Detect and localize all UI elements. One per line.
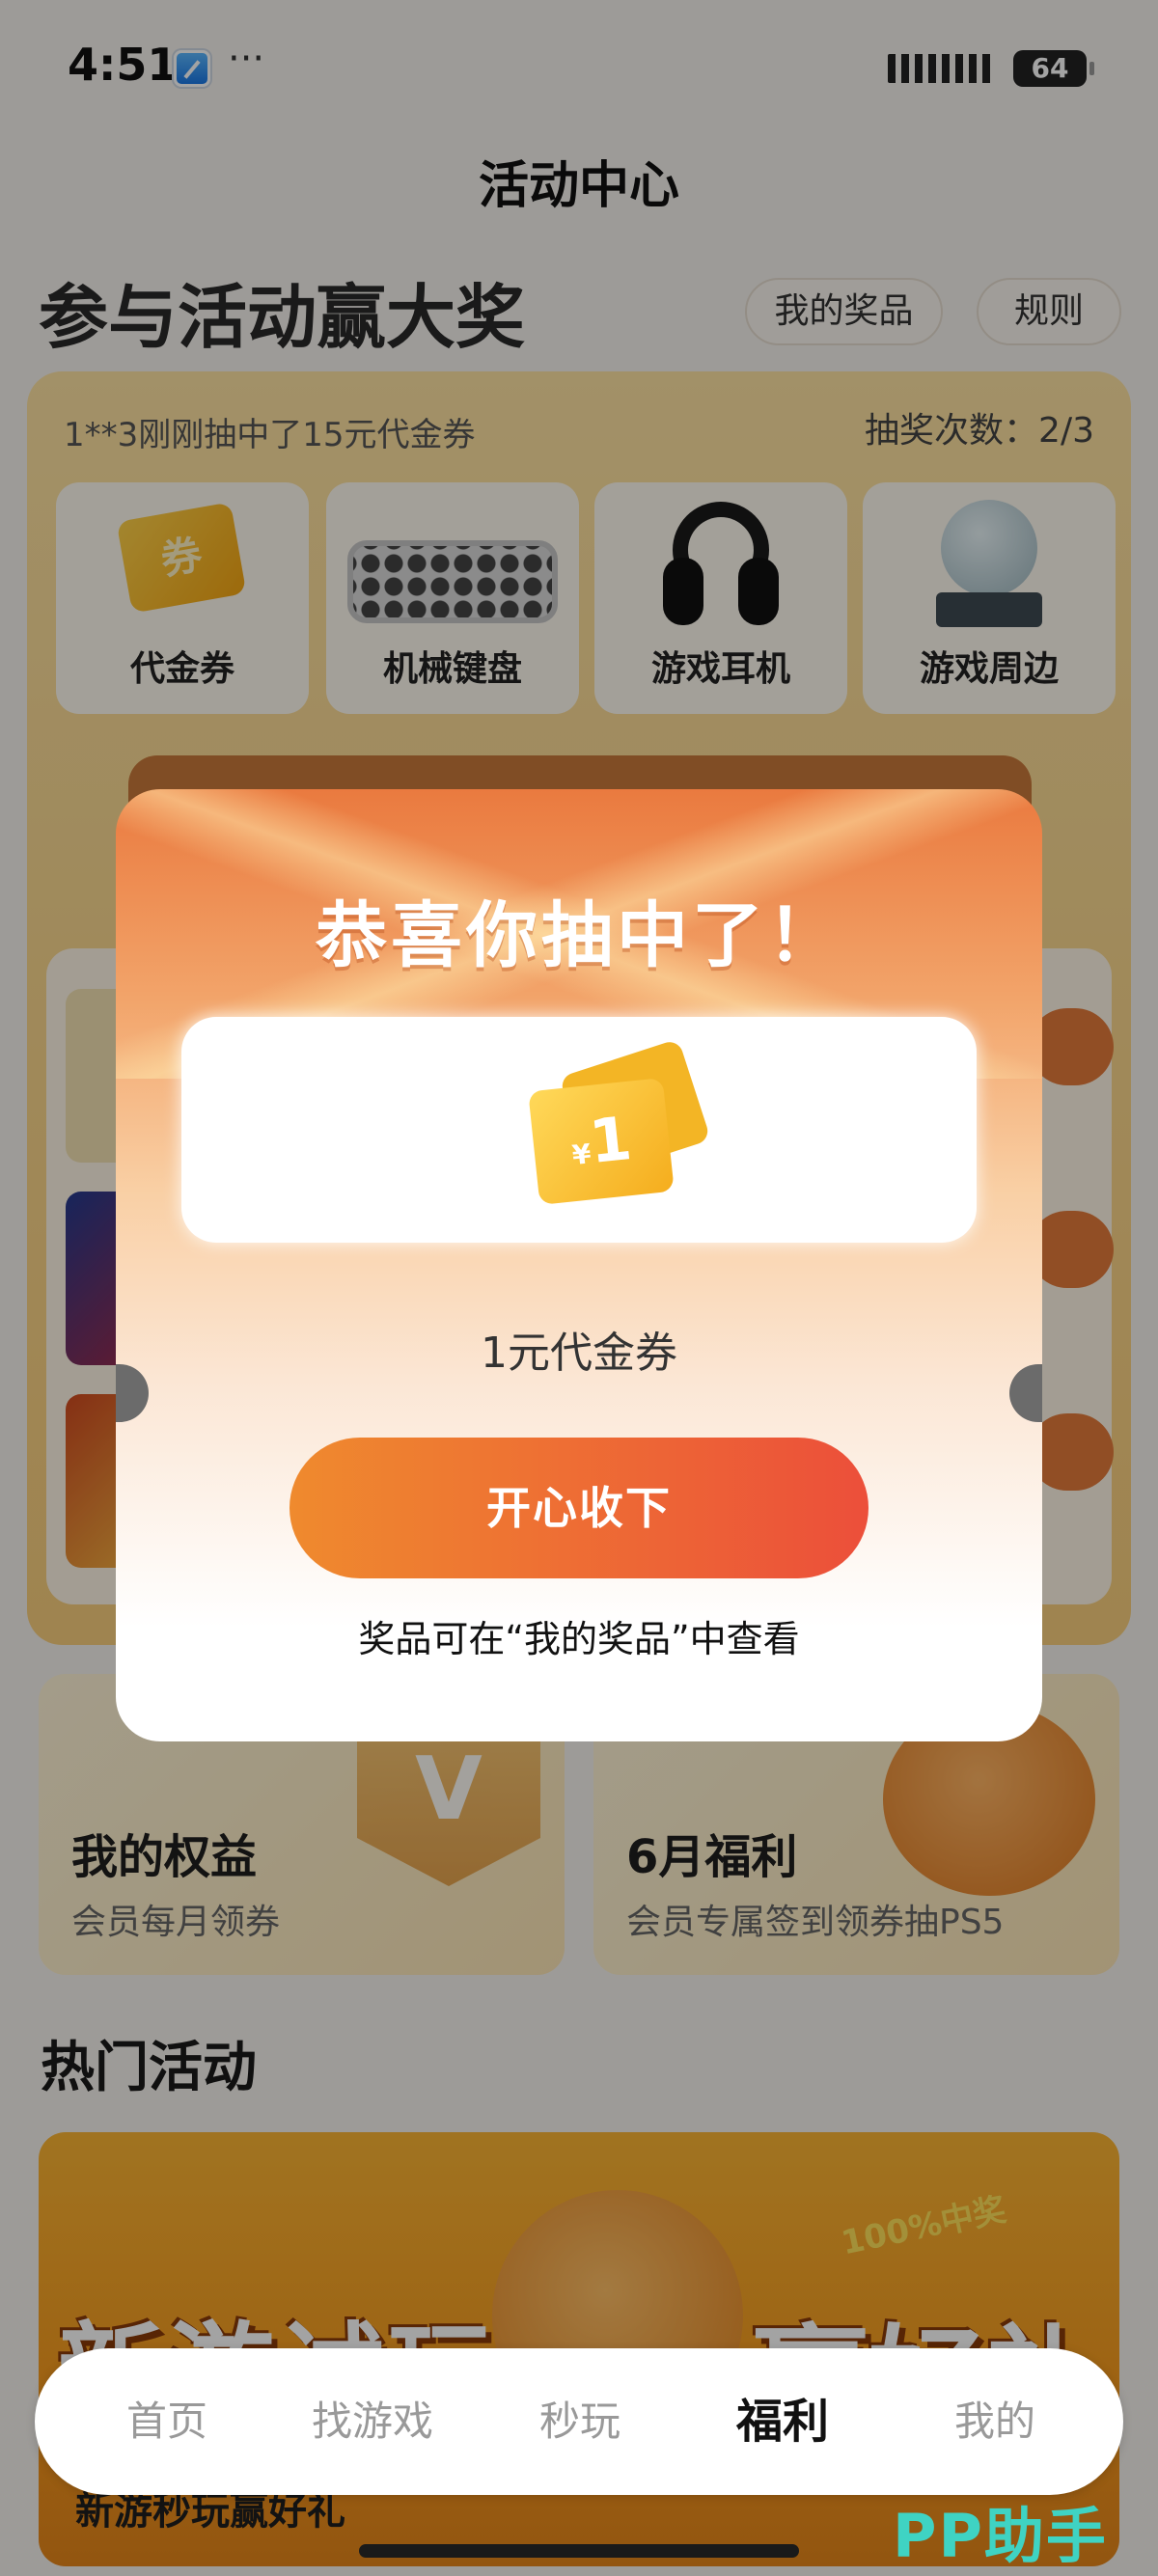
nav-home[interactable]: 首页 [75, 2348, 259, 2495]
bottom-nav: 首页 找游戏 秒玩 福利 我的 [35, 2348, 1123, 2495]
pp-assistant-watermark: PP助手 [893, 2501, 1108, 2571]
accept-prize-button[interactable]: 开心收下 [290, 1438, 868, 1578]
nav-mine[interactable]: 我的 [903, 2348, 1087, 2495]
modal-hint: 奖品可在“我的奖品”中查看 [358, 1618, 800, 1660]
prize-modal: 恭喜你抽中了！ ¥1 1元代金券 开心收下 奖品可在“我的奖品”中查看 [116, 789, 1042, 1741]
home-indicator[interactable] [359, 2544, 799, 2558]
nav-find-games[interactable]: 找游戏 [281, 2348, 464, 2495]
nav-benefits[interactable]: 福利 [691, 2348, 874, 2495]
modal-title: 恭喜你抽中了！ [316, 894, 842, 977]
prize-name: 1元代金券 [481, 1329, 677, 1378]
nav-instant-play[interactable]: 秒玩 [488, 2348, 672, 2495]
prize-display: ¥1 [181, 1017, 977, 1243]
coupon-amount: 1 [586, 1102, 635, 1178]
coupon-icon: ¥1 [528, 1038, 711, 1205]
